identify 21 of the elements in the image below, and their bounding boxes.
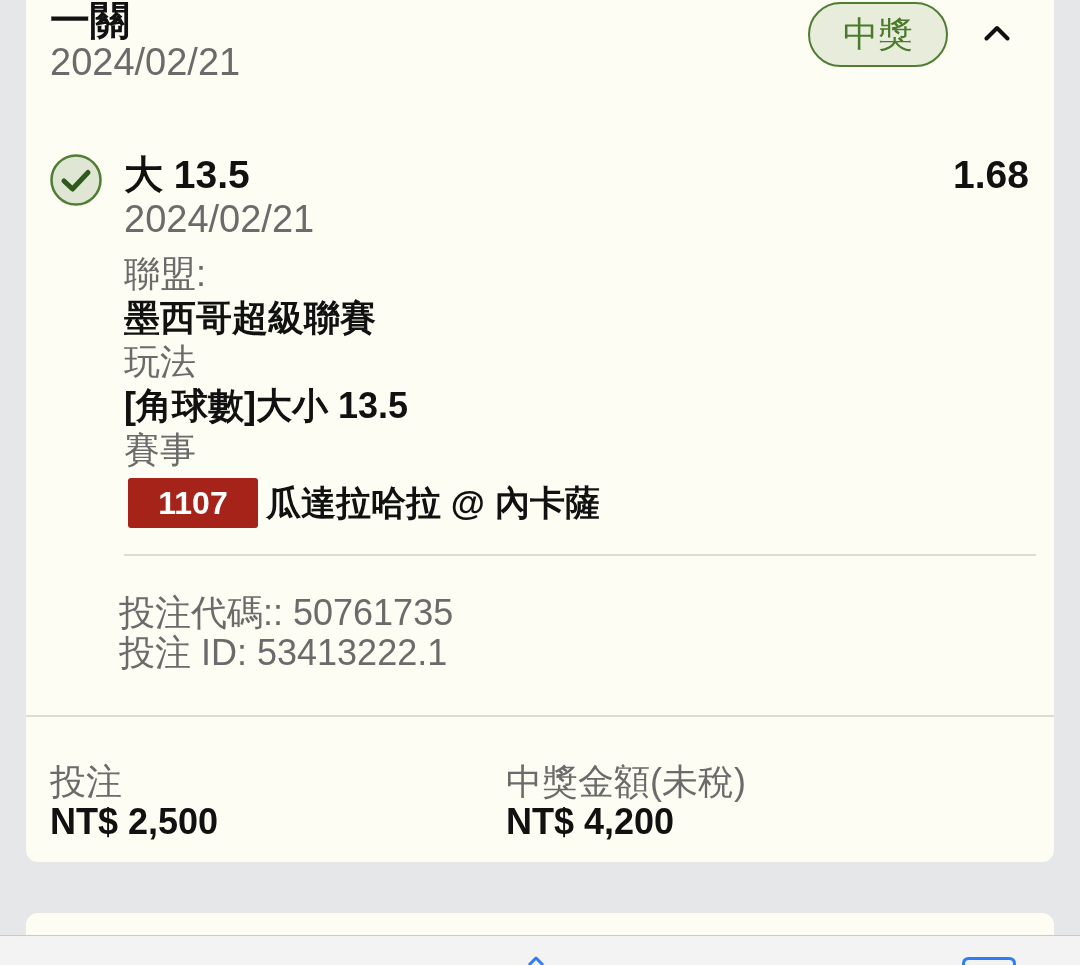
bet-reference: 投注 ID: 53413222.1	[119, 633, 449, 673]
field-value: [角球數]大小 13.5	[124, 384, 410, 428]
tabs-icon[interactable]	[962, 957, 1016, 965]
selection-pick: 大 13.5	[124, 153, 250, 197]
amount-label: 中獎金額(未稅)	[506, 762, 747, 802]
odds-value: 1.68	[953, 153, 1029, 197]
match-teams: 瓜達拉哈拉 @ 內卡薩	[266, 482, 600, 524]
field-label: 聯盟:	[124, 252, 207, 296]
bet-date: 2024/02/21	[50, 40, 242, 84]
field-label: 賽事	[124, 428, 197, 472]
chevron-icon[interactable]	[984, 25, 1010, 41]
field-label: 玩法	[124, 340, 197, 384]
bet-reference: 投注代碼:: 50761735	[119, 593, 455, 633]
amount-value: NT$ 4,200	[506, 802, 676, 842]
amount-label: 投注	[50, 762, 123, 802]
bet-type-title: 一關	[50, 0, 131, 40]
field-value: 墨西哥超級聯賽	[124, 296, 377, 340]
match-number-tag: 1107	[128, 478, 258, 528]
selection-date: 2024/02/21	[124, 197, 316, 241]
amount-value: NT$ 2,500	[50, 802, 220, 842]
status-badge: 中獎	[808, 2, 948, 67]
